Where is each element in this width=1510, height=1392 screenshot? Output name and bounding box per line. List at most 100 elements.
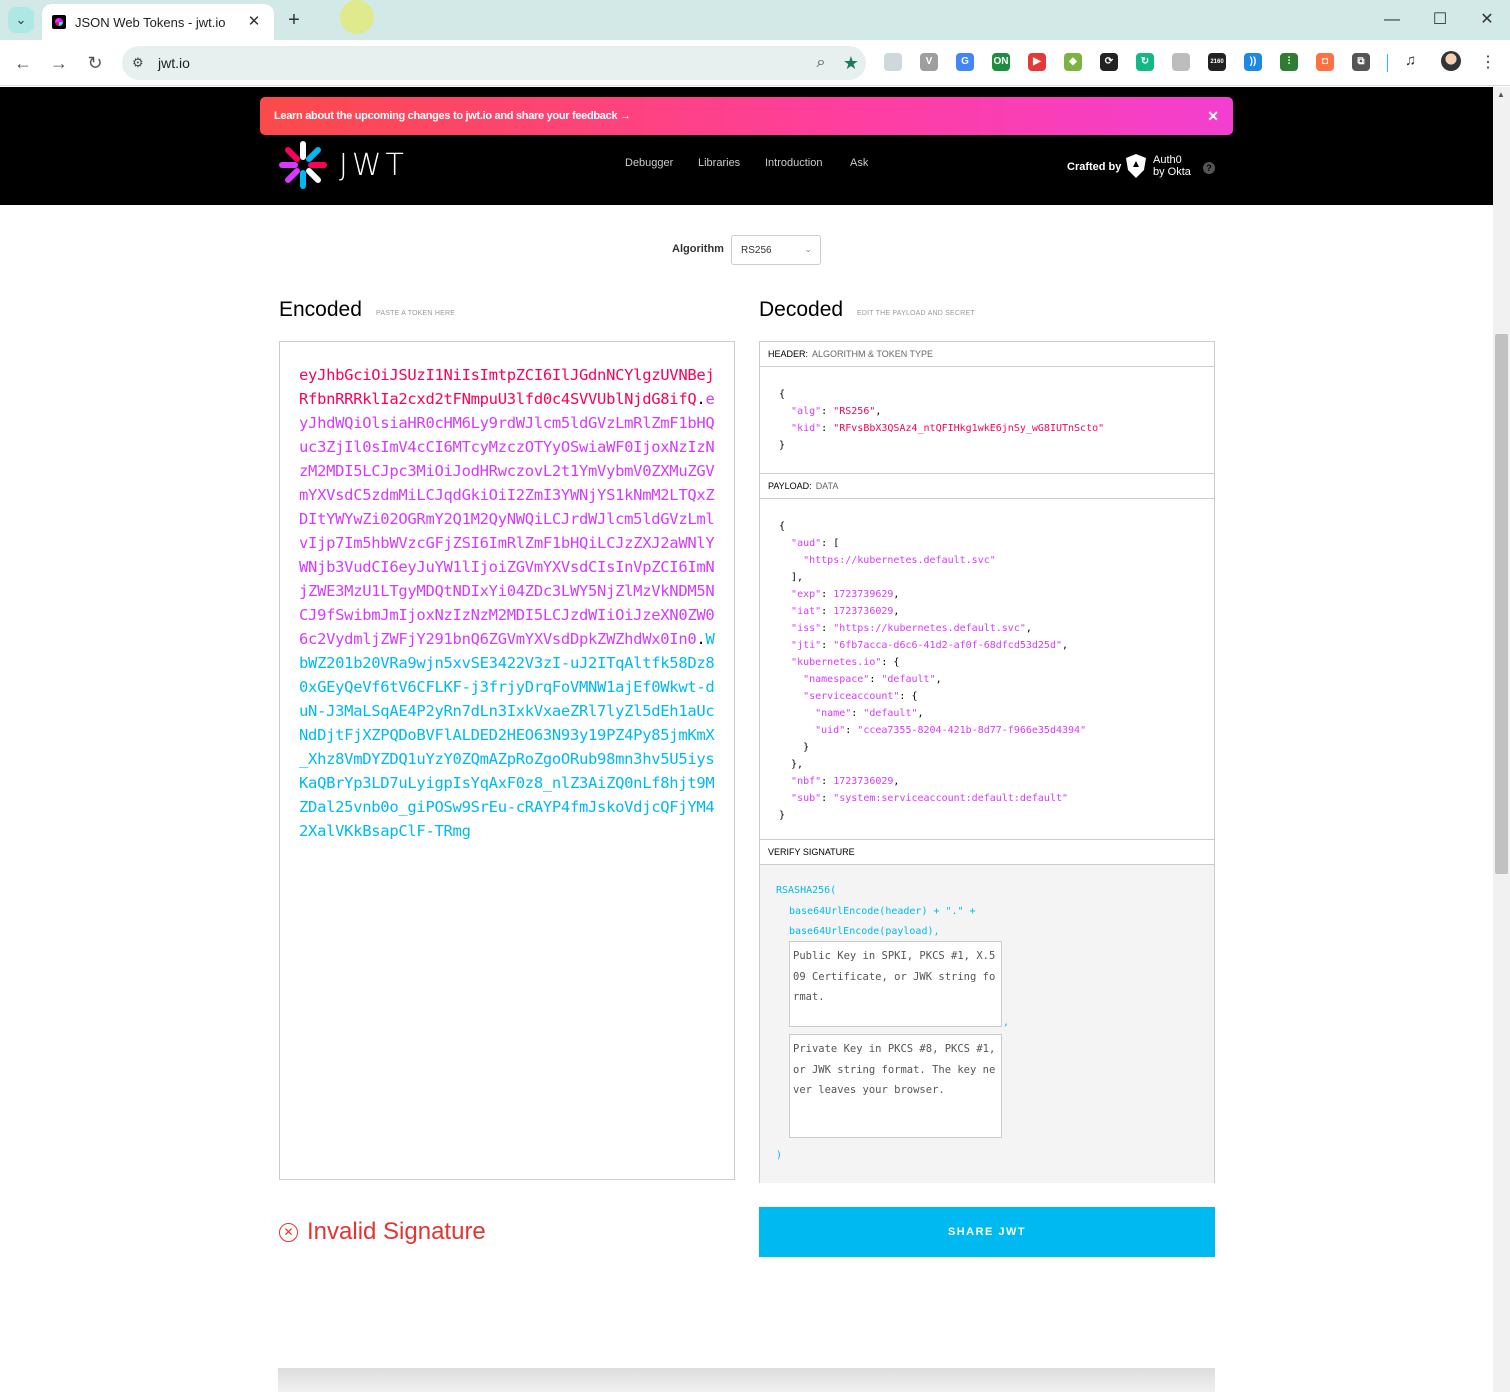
jwt-favicon-icon	[52, 15, 66, 29]
ext-android-icon[interactable]: ◆	[1064, 53, 1082, 71]
private-key-textarea[interactable]: Private Key in PKCS #8, PKCS #1, or JWK …	[789, 1034, 1002, 1138]
profile-avatar[interactable]	[1441, 51, 1461, 71]
minimize-icon[interactable]: —	[1382, 10, 1402, 30]
signature-status: ✕ Invalid Signature	[279, 1218, 486, 1246]
ext-bag-icon[interactable]: ◘	[1316, 53, 1334, 71]
auth0-name: Auth0	[1153, 154, 1182, 166]
verify-payload-line: base64UrlEncode(payload),	[789, 926, 940, 937]
ext-on-icon[interactable]: ON	[992, 53, 1010, 71]
url-text[interactable]: jwt.io	[158, 55, 806, 71]
sa-uid-value: ccea7355-8204-421b-8d77-f966e35d4394	[863, 725, 1081, 736]
nav-introduction[interactable]: Introduction	[765, 157, 822, 169]
share-jwt-button[interactable]: SHARE JWT	[759, 1207, 1215, 1257]
public-key-textarea[interactable]: Public Key in SPKI, PKCS #1, X.509 Certi…	[789, 941, 1002, 1027]
tab-close-icon[interactable]: ✕	[246, 14, 262, 30]
jti-value: 6fb7acca-d6c6-41d2-af0f-68dfcd53d25d	[839, 640, 1056, 651]
payload-json-editor[interactable]: { "aud": [ "https://kubernetes.default.s…	[760, 499, 1214, 840]
token-header-part: eyJhbGciOiJSUzI1NiIsImtpZCI6IlJGdnNCYlgz…	[299, 366, 715, 408]
payload-section-title: PAYLOAD: DATA	[760, 474, 1214, 499]
token-payload-part: eyJhdWQiOlsiaHR0cHM6Ly9rdWJlcm5ldGVzLmRl…	[299, 390, 715, 648]
zoom-magnifier-icon[interactable]: ⌕	[806, 54, 836, 72]
alg-value: RS256	[839, 406, 870, 417]
ext-photo-icon[interactable]	[1172, 53, 1190, 71]
jwt-logo-icon	[279, 141, 327, 189]
decoded-title: Decoded	[759, 298, 844, 321]
browser-toolbar: ← → ↻ ⚙ jwt.io ⌕ ★ V G ON ▶ ◆ ⟳ ↻ 2160)) ⫶ ◘ ⧉ ♫ ⋮	[0, 40, 1510, 86]
ext-sync-icon[interactable]: ⟳	[1100, 53, 1118, 71]
verify-header-line: base64UrlEncode(header) + "." +	[789, 906, 976, 917]
page-scrollbar[interactable]: ▲	[1493, 87, 1510, 1392]
algorithm-label: Algorithm	[672, 243, 724, 255]
verify-comma: ,	[1003, 1017, 1010, 1028]
nav-ask[interactable]: Ask	[850, 157, 868, 169]
scroll-up-icon[interactable]: ▲	[1497, 90, 1505, 99]
aud-value: https://kubernetes.default.svc	[809, 555, 990, 566]
back-arrow-icon[interactable]: ←	[10, 50, 36, 76]
help-icon[interactable]: ?	[1203, 162, 1215, 174]
address-bar[interactable]: ⚙ jwt.io ⌕ ★	[122, 46, 866, 80]
encoded-title: Encoded	[279, 298, 362, 321]
scrollbar-thumb[interactable]	[1495, 334, 1508, 874]
header-label: HEADER:	[768, 349, 809, 359]
error-circle-x-icon: ✕	[279, 1222, 298, 1242]
bookmark-star-icon[interactable]: ★	[836, 53, 866, 74]
tab-search-chevron-icon[interactable]: ⌄	[8, 7, 34, 33]
sa-name-value: default	[869, 708, 912, 719]
namespace-value: default	[887, 674, 930, 685]
verify-close-paren: )	[776, 1150, 783, 1161]
banner-close-icon[interactable]: ✕	[1207, 108, 1219, 125]
ext-grid-icon[interactable]	[884, 53, 902, 71]
mouse-cursor-highlight	[340, 0, 374, 34]
ext-translate-icon[interactable]: G	[956, 53, 974, 71]
reload-icon[interactable]: ↻	[82, 50, 108, 76]
menu-kebab-icon[interactable]: ⋮	[1480, 52, 1496, 72]
feedback-banner[interactable]: Learn about the upcoming changes to jwt.…	[260, 97, 1233, 135]
algorithm-select[interactable]: RS256 ⌄	[731, 235, 821, 265]
auth0-logo[interactable]: Auth0 by Okta	[1125, 153, 1191, 179]
new-tab-plus-icon[interactable]: +	[284, 10, 304, 30]
ext-equalizer-icon[interactable]: ⫶	[1280, 53, 1298, 71]
iat-value: 1723736029	[833, 606, 894, 617]
header-section-title: HEADER: ALGORITHM & TOKEN TYPE	[760, 342, 1214, 367]
logo-wordmark: JWT	[339, 147, 408, 183]
header-json-editor[interactable]: { "alg": "RS256", "kid": "RFvsBbX3QSAz4_…	[760, 367, 1214, 474]
auth0-shield-icon	[1126, 154, 1146, 178]
ext-puzzle-icon[interactable]: ⧉	[1352, 53, 1370, 71]
kid-value: RFvsBbX3QSAz4_ntQFIHkg1wkE6jnSy_wG8IUTnS…	[839, 423, 1099, 434]
next-section-preview	[278, 1368, 1215, 1392]
encoded-token-editor[interactable]: eyJhbGciOiJSUzI1NiIsImtpZCI6IlJGdnNCYlgz…	[279, 341, 735, 1180]
payload-label: PAYLOAD:	[768, 481, 812, 491]
forward-arrow-icon[interactable]: →	[46, 50, 72, 76]
window-close-icon[interactable]: ✕	[1477, 10, 1497, 30]
auth0-byline: by Okta	[1153, 166, 1191, 178]
verify-section-title: VERIFY SIGNATURE	[760, 840, 1214, 865]
browser-tab-active[interactable]: JSON Web Tokens - jwt.io ✕	[42, 4, 274, 40]
encoded-subtitle: PASTE A TOKEN HERE	[376, 310, 456, 317]
verify-label: VERIFY SIGNATURE	[768, 847, 855, 857]
payload-desc: DATA	[815, 481, 839, 491]
crafted-by-label: Crafted by	[1067, 161, 1122, 173]
algorithm-value: RS256	[741, 244, 772, 256]
toolbar-divider	[1387, 54, 1388, 72]
ext-v-icon[interactable]: V	[920, 53, 938, 71]
verify-signature-body: RSASHA256( base64UrlEncode(header) + "."…	[760, 865, 1214, 1183]
site-header: Learn about the upcoming changes to jwt.…	[0, 87, 1493, 205]
nav-debugger[interactable]: Debugger	[625, 157, 673, 169]
ext-play-icon[interactable]: ▶	[1028, 53, 1046, 71]
jwt-logo[interactable]: JWT	[279, 141, 429, 189]
verify-fn: RSASHA256(	[776, 885, 837, 896]
media-queue-icon[interactable]: ♫	[1405, 52, 1416, 69]
header-desc: ALGORITHM & TOKEN TYPE	[812, 349, 934, 359]
sub-value: system:serviceaccount:default:default	[839, 793, 1062, 804]
maximize-icon[interactable]: ☐	[1430, 10, 1450, 30]
ext-signal-icon[interactable]: ))	[1244, 53, 1262, 71]
invalid-signature-text: Invalid Signature	[307, 1218, 486, 1245]
chevron-down-icon: ⌄	[804, 244, 812, 254]
exp-value: 1723739629	[833, 589, 894, 600]
ext-2160-icon[interactable]: 2160	[1208, 53, 1226, 71]
ext-refresh-green-icon[interactable]: ↻	[1136, 53, 1154, 71]
site-settings-icon[interactable]: ⚙	[132, 55, 154, 71]
banner-text[interactable]: Learn about the upcoming changes to jwt.…	[274, 110, 1207, 122]
iss-value: https://kubernetes.default.svc	[839, 623, 1020, 634]
nav-libraries[interactable]: Libraries	[698, 157, 740, 169]
